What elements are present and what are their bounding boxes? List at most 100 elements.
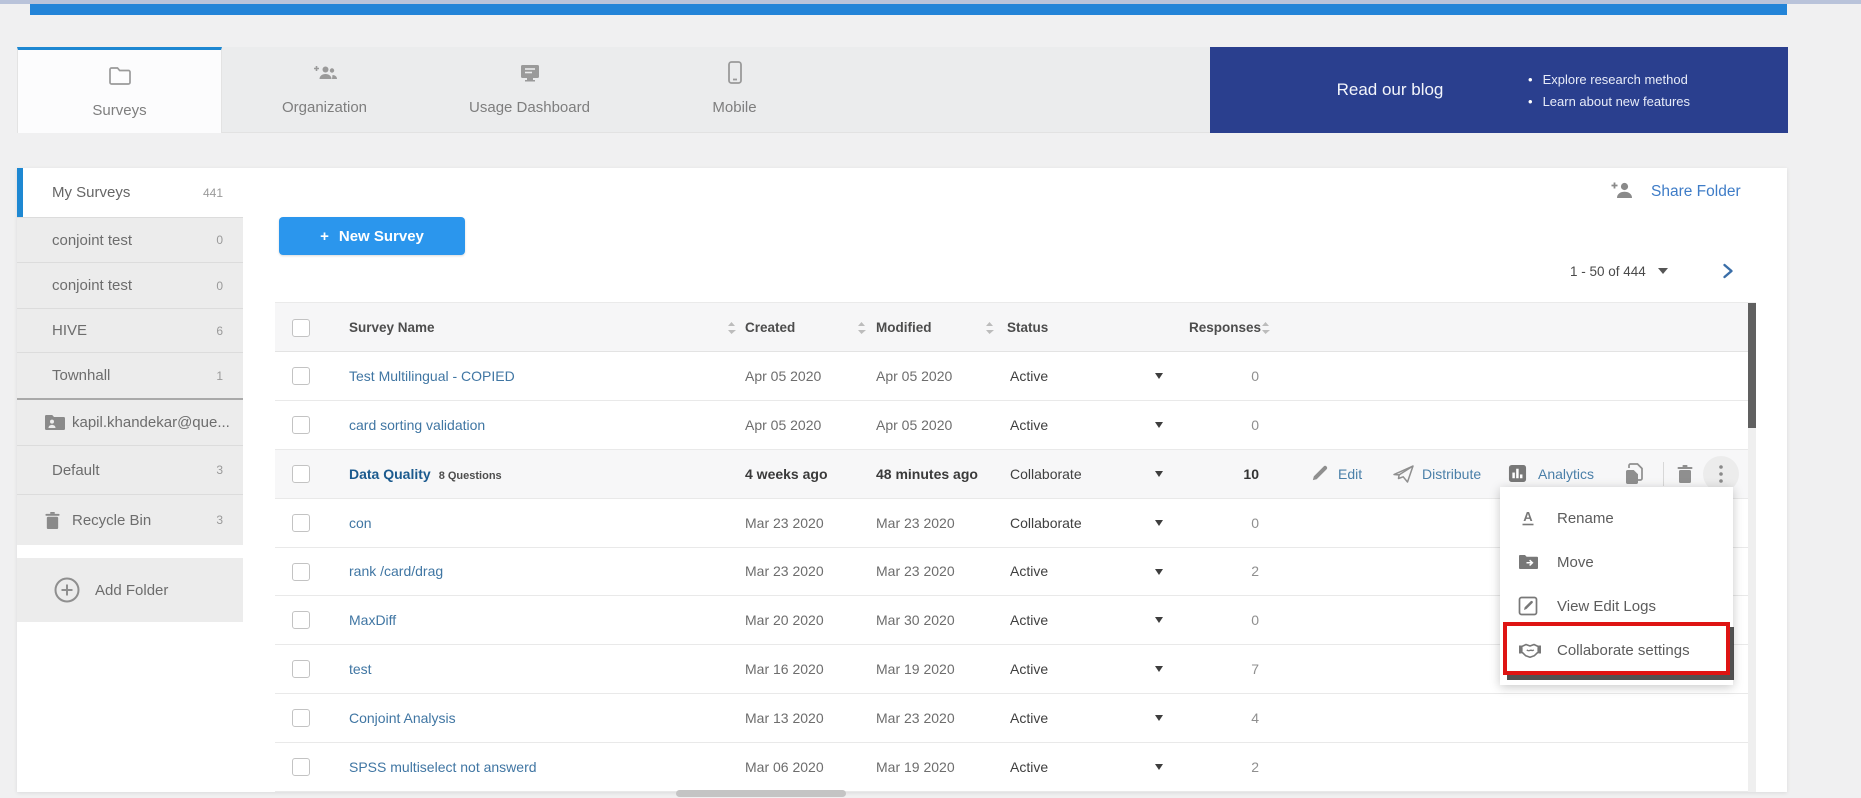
status-dropdown-caret-icon[interactable] (1155, 715, 1163, 721)
tab-mobile[interactable]: Mobile (632, 47, 837, 133)
menu-item-collaborate-settings[interactable]: Collaborate settings (1500, 628, 1733, 672)
distribute-button[interactable]: Distribute (1422, 450, 1481, 498)
sidebar-item-label: conjoint test (52, 263, 132, 308)
status-cell: Active (1010, 645, 1048, 693)
tab-surveys[interactable]: Surveys (17, 47, 222, 133)
row-checkbox[interactable] (292, 758, 310, 776)
sidebar-item-count: 1 (216, 353, 223, 398)
top-blue-bar (30, 4, 1787, 15)
survey-name-link[interactable]: Conjoint Analysis (349, 694, 456, 742)
created-cell: Mar 13 2020 (745, 694, 824, 742)
status-dropdown-caret-icon[interactable] (1155, 471, 1163, 477)
sidebar-item-default[interactable]: Default 3 (17, 445, 243, 494)
modified-cell: Mar 30 2020 (876, 596, 955, 644)
survey-name-link[interactable]: Data Quality 8 Questions (349, 450, 502, 498)
banner-bullet: Explore research method (1528, 72, 1690, 87)
table-row: Test Multilingual - COPIED Apr 05 2020 A… (275, 352, 1748, 401)
sidebar-item-townhall[interactable]: Townhall 1 (17, 352, 243, 398)
row-checkbox[interactable] (292, 367, 310, 385)
pagination-dropdown-caret-icon[interactable] (1658, 268, 1668, 274)
table-row: card sorting validation Apr 05 2020 Apr … (275, 401, 1748, 450)
status-dropdown-caret-icon[interactable] (1155, 569, 1163, 575)
tab-mobile-label: Mobile (632, 99, 837, 116)
tab-usage-dashboard-label: Usage Dashboard (427, 99, 632, 116)
sort-icon[interactable] (727, 321, 736, 340)
status-cell: Active (1010, 743, 1048, 791)
survey-name-link[interactable]: rank /card/drag (349, 548, 443, 596)
status-dropdown-caret-icon[interactable] (1155, 422, 1163, 428)
sidebar-item-label: My Surveys (52, 168, 130, 217)
status-cell: Collaborate (1010, 499, 1082, 547)
status-dropdown-caret-icon[interactable] (1155, 373, 1163, 379)
tab-usage-dashboard[interactable]: Usage Dashboard (427, 47, 632, 133)
responses-cell: 2 (1175, 743, 1259, 791)
trash-icon (44, 495, 61, 545)
survey-name-link[interactable]: test (349, 645, 372, 693)
survey-name-link[interactable]: card sorting validation (349, 401, 485, 449)
menu-item-move[interactable]: Move (1500, 540, 1733, 584)
menu-item-view-edit-logs[interactable]: View Edit Logs (1500, 584, 1733, 628)
survey-name-link[interactable]: SPSS multiselect not answerd (349, 743, 537, 791)
sidebar-item-count: 3 (216, 446, 223, 494)
horizontal-scrollbar-thumb[interactable] (676, 790, 846, 797)
survey-name-link[interactable]: MaxDiff (349, 596, 396, 644)
survey-name-link[interactable]: con (349, 499, 372, 547)
table-header: Survey Name Created Modified Status Resp… (275, 302, 1748, 352)
sidebar-item-hive[interactable]: HIVE 6 (17, 308, 243, 352)
sort-icon[interactable] (1261, 321, 1270, 340)
table-row: SPSS multiselect not answerd Mar 06 2020… (275, 743, 1748, 792)
folder-icon (18, 63, 221, 89)
sidebar-item-kapil-folder[interactable]: kapil.khandekar@que... (17, 400, 243, 445)
banner-bullet-list: Explore research method Learn about new … (1528, 47, 1690, 133)
row-checkbox[interactable] (292, 660, 310, 678)
read-our-blog-link[interactable]: Read our blog (1250, 47, 1530, 133)
paper-plane-icon[interactable] (1392, 450, 1415, 498)
created-cell: Apr 05 2020 (745, 352, 821, 400)
status-dropdown-caret-icon[interactable] (1155, 617, 1163, 623)
status-dropdown-caret-icon[interactable] (1155, 764, 1163, 770)
status-cell: Collaborate (1010, 450, 1082, 498)
sidebar-item-count: 6 (216, 309, 223, 352)
responses-cell: 0 (1175, 499, 1259, 547)
tab-organization-label: Organization (222, 99, 427, 116)
sidebar-item-my-surveys[interactable]: My Surveys 441 (17, 168, 243, 217)
tab-organization[interactable]: Organization (222, 47, 427, 133)
sidebar-item-count: 0 (216, 263, 223, 308)
sidebar-item-conjoint-test-2[interactable]: conjoint test 0 (17, 262, 243, 308)
survey-name-link[interactable]: Test Multilingual - COPIED (349, 352, 515, 400)
row-checkbox[interactable] (292, 563, 310, 581)
sidebar-item-count: 3 (216, 495, 223, 545)
sort-icon[interactable] (857, 321, 866, 340)
share-folder-label: Share Folder (1651, 183, 1741, 201)
new-survey-button[interactable]: + New Survey (279, 217, 465, 255)
select-all-checkbox[interactable] (292, 319, 310, 337)
menu-item-rename[interactable]: A Rename (1500, 496, 1733, 540)
row-checkbox[interactable] (292, 416, 310, 434)
modified-cell: Mar 23 2020 (876, 694, 955, 742)
sidebar-item-conjoint-test-1[interactable]: conjoint test 0 (17, 217, 243, 262)
row-checkbox[interactable] (292, 465, 310, 483)
status-cell: Active (1010, 401, 1048, 449)
rename-icon: A (1518, 496, 1538, 540)
share-folder-button[interactable]: Share Folder (1610, 176, 1741, 208)
status-cell: Active (1010, 694, 1048, 742)
sort-icon[interactable] (985, 321, 994, 340)
row-checkbox[interactable] (292, 514, 310, 532)
status-cell: Active (1010, 596, 1048, 644)
col-header-responses: Responses (1189, 303, 1261, 353)
sidebar-item-recycle-bin[interactable]: Recycle Bin 3 (17, 494, 243, 545)
next-page-chevron-icon[interactable] (1722, 263, 1734, 284)
edit-button[interactable]: Edit (1338, 450, 1362, 498)
row-checkbox[interactable] (292, 611, 310, 629)
vertical-scrollbar-thumb[interactable] (1748, 303, 1756, 428)
modified-cell: Mar 23 2020 (876, 548, 955, 596)
sidebar-item-label: Recycle Bin (72, 495, 151, 545)
modified-cell: Mar 19 2020 (876, 645, 955, 693)
status-dropdown-caret-icon[interactable] (1155, 520, 1163, 526)
dashboard-icon (427, 60, 632, 86)
responses-cell: 0 (1175, 401, 1259, 449)
status-dropdown-caret-icon[interactable] (1155, 666, 1163, 672)
add-folder-button[interactable]: Add Folder (17, 558, 243, 622)
edit-pencil-icon[interactable] (1310, 450, 1329, 498)
row-checkbox[interactable] (292, 709, 310, 727)
